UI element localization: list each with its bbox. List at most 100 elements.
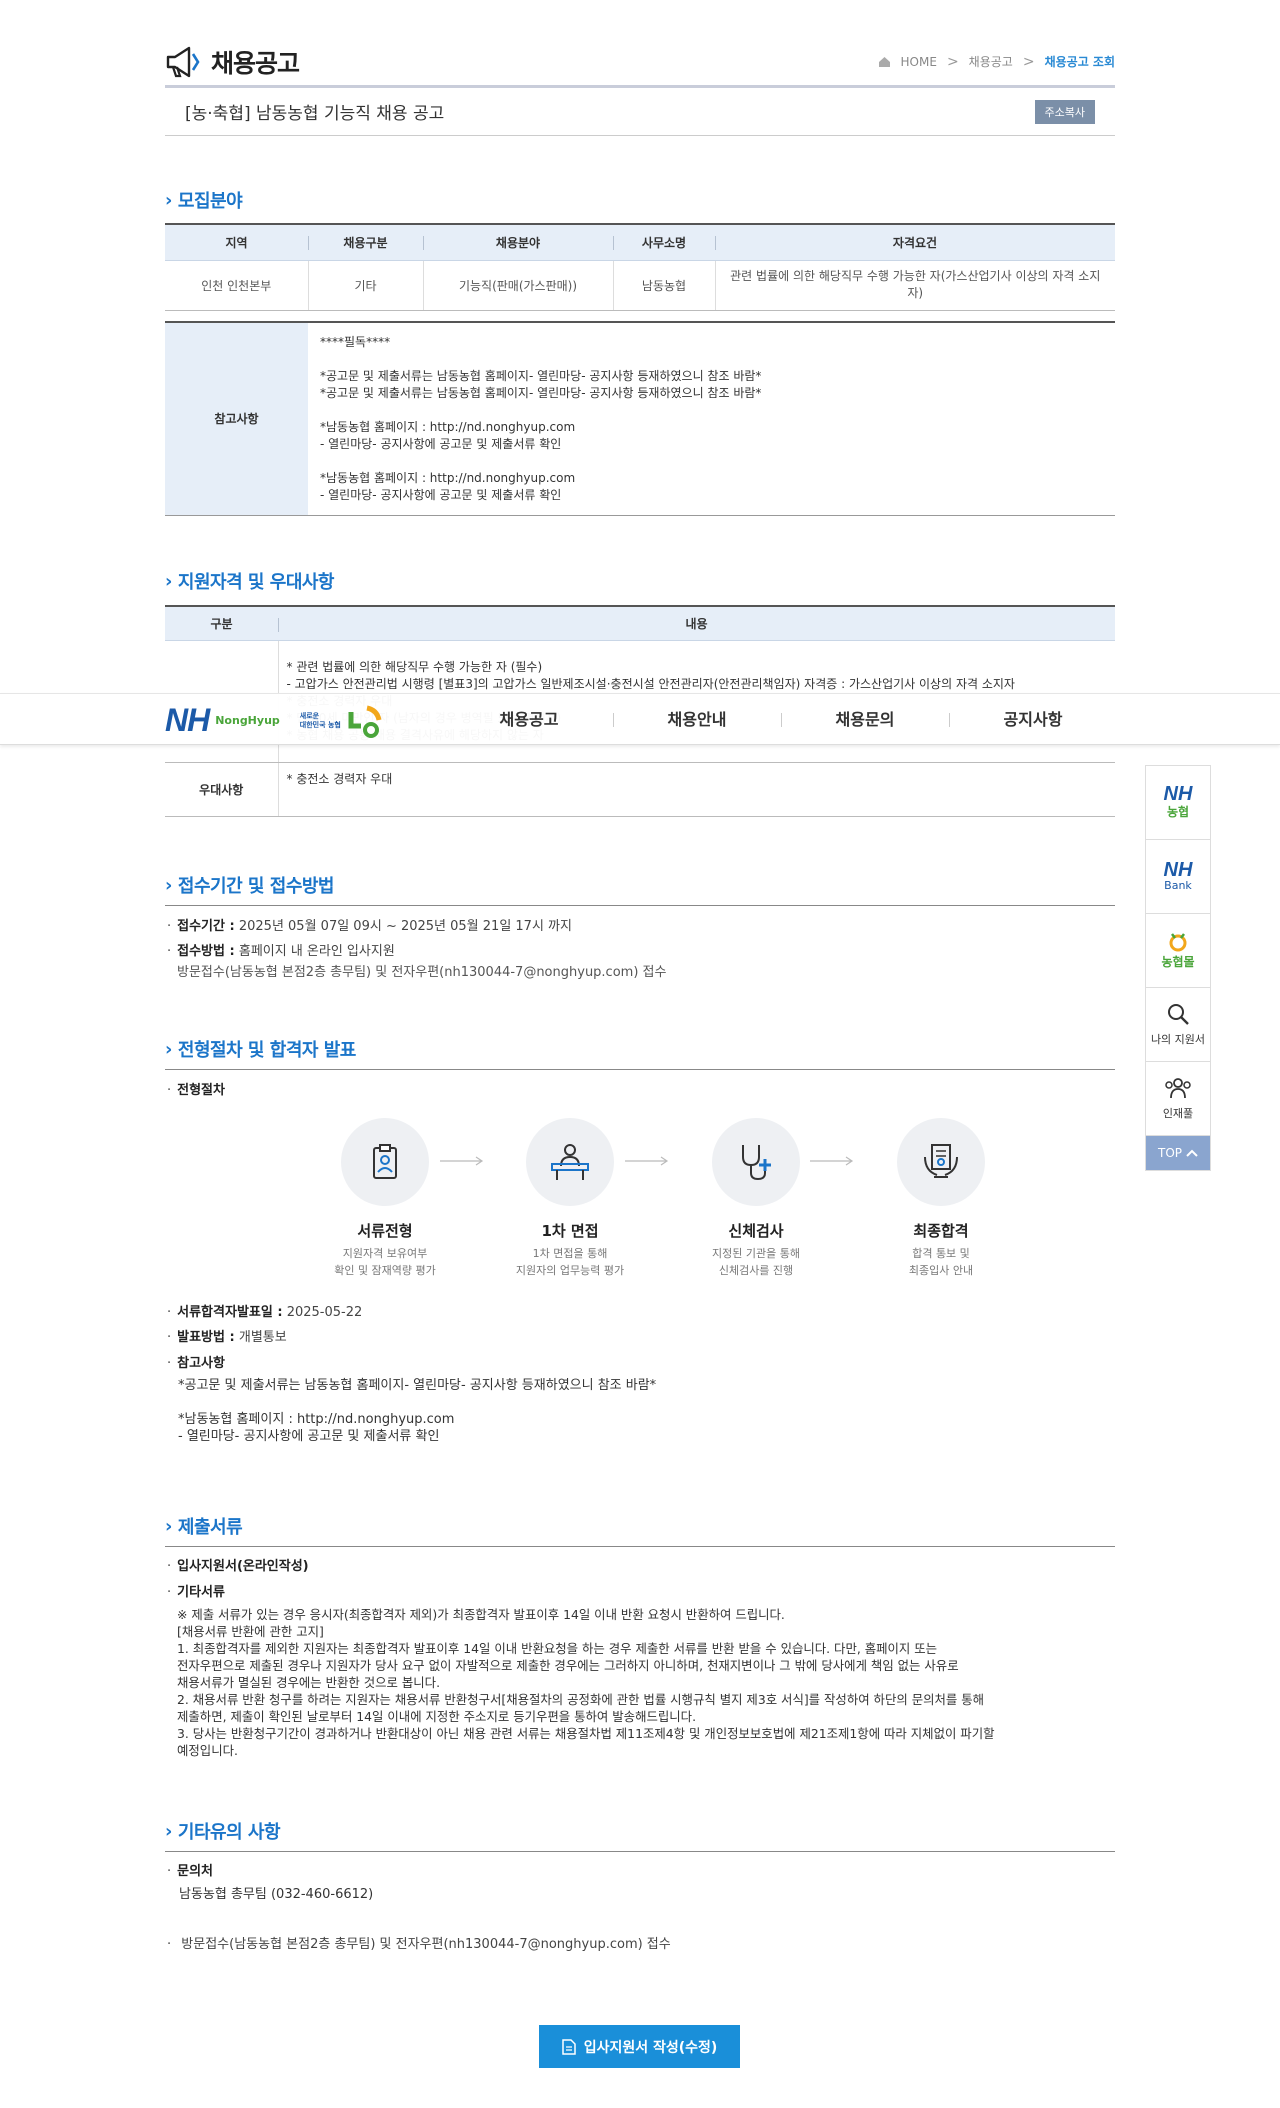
quick-menu: NH 농협 NH Bank 농협몰 나의 지원서 인재풀 TOP xyxy=(1145,765,1211,1171)
nh-mall-icon xyxy=(1169,933,1187,952)
page-title: 채용공고 xyxy=(211,48,300,78)
contact-value: 남동농협 총무팀 (032-460-6612) xyxy=(179,1887,374,1902)
col-region: 지역 xyxy=(165,224,308,261)
recruit-table: 지역 채용구분 채용분야 사무소명 자격요건 인천 인천본부 기타 기능직(판매… xyxy=(165,223,1115,311)
nav-menu: 채용공고 채용안내 채용문의 공지사항 xyxy=(445,694,1117,746)
apply-form-button[interactable]: 입사지원서 작성(수정) xyxy=(539,2025,740,2068)
reception-method: · 접수방법 : 홈페이지 내 온라인 입사지원 xyxy=(167,944,395,959)
announce-method: · 발표방법 : 개별통보 xyxy=(167,1330,287,1345)
step-document: 서류전형 지원자격 보유여부 확인 및 잠재역량 평가 xyxy=(320,1118,450,1279)
step-medical: 신체검사 지정된 기관을 통해 신체검사를 진행 xyxy=(691,1118,821,1279)
col-type: 채용구분 xyxy=(308,224,423,261)
logo-sub: NongHyup xyxy=(215,714,280,727)
step-desc: 합격 통보 및 최종입사 안내 xyxy=(908,1247,974,1277)
document-item-2: · 기타서류 xyxy=(167,1585,225,1600)
interview-person-icon xyxy=(551,1144,589,1180)
contact-label: · 문의처 xyxy=(167,1864,214,1879)
copy-url-button[interactable]: 주소복사 xyxy=(1034,99,1095,124)
scroll-top-button[interactable]: TOP xyxy=(1146,1136,1210,1170)
preference-text: * 충전소 경력자 우대 xyxy=(277,762,1115,817)
megaphone-icon xyxy=(166,46,200,77)
announce-date: · 서류합격자발표일 : 2025-05-22 xyxy=(167,1305,363,1320)
breadcrumb-recruit[interactable]: 채용공고 xyxy=(969,53,1013,70)
chevron-right-icon: › xyxy=(165,1820,172,1842)
reference-table: 참고사항 ****필독**** *공고문 및 제출서류는 남동농협 홈페이지- … xyxy=(165,321,1115,516)
chevron-right-icon: › xyxy=(165,1038,172,1060)
col-category: 구분 xyxy=(165,606,278,641)
step-desc: 지원자격 보유여부 확인 및 잠재역량 평가 xyxy=(334,1247,436,1277)
slogan: 새로운 대한민국 농협 xyxy=(299,711,341,729)
document-item-1: · 입사지원서(온라인작성) xyxy=(167,1559,309,1574)
document-icon xyxy=(561,2038,576,2055)
chevron-right-icon: > xyxy=(946,53,959,70)
home-icon[interactable] xyxy=(878,56,891,68)
logo-text: NH xyxy=(165,702,210,738)
table-row: 인천 인천본부 기타 기능직(판매(가스판매)) 남동농협 관련 법률에 의한 … xyxy=(165,260,1115,311)
preference-label: 우대사항 xyxy=(165,762,278,817)
arrow-right-icon xyxy=(810,1156,854,1166)
quick-talent-pool[interactable]: 인재풀 xyxy=(1146,1062,1210,1136)
step-final: 최종합격 합격 통보 및 최종입사 안내 xyxy=(876,1118,1006,1279)
quick-nh-mall[interactable]: 농협몰 xyxy=(1146,914,1210,988)
document-clipboard-icon xyxy=(373,1144,397,1179)
arrow-right-icon xyxy=(625,1156,669,1166)
notice-title-bar: [농·축협] 남동농협 기능직 채용 공고 주소복사 xyxy=(165,88,1115,136)
chevron-right-icon: › xyxy=(165,1515,172,1537)
nonghyup-mark-icon xyxy=(348,705,382,738)
step-desc: 지정된 기관을 통해 신체검사를 진행 xyxy=(712,1247,800,1277)
cell-region: 인천 인천본부 xyxy=(165,260,308,311)
col-office: 사무소명 xyxy=(613,224,715,261)
cell-office: 남동농협 xyxy=(612,260,715,311)
reference-label: 참고사항 xyxy=(165,322,308,515)
col-content: 내용 xyxy=(278,606,1115,641)
notice-title: [농·축협] 남동농협 기능직 채용 공고 xyxy=(185,104,445,124)
stethoscope-icon xyxy=(742,1145,771,1181)
quick-my-application[interactable]: 나의 지원서 xyxy=(1146,988,1210,1062)
certificate-icon xyxy=(924,1144,958,1178)
visit-text: · 방문접수(남동농협 본점2층 총무팀) 및 전자우편(nh130044-7@… xyxy=(167,1937,671,1952)
step-name: 서류전형 xyxy=(357,1222,413,1240)
reference-text: ****필독**** *공고문 및 제출서류는 남동농협 홈페이지- 열린마당-… xyxy=(320,334,762,502)
cell-field: 기능직(판매(가스판매)) xyxy=(422,260,613,311)
section-title-reception: › 접수기간 및 접수방법 xyxy=(165,874,335,898)
document-notice-text: ※ 제출 서류가 있는 경우 응시자(최종합격자 제외)가 최종합격자 발표이후… xyxy=(177,1607,995,1758)
table-row: 우대사항 * 충전소 경력자 우대 xyxy=(165,762,1115,817)
nav-item-recruit[interactable]: 채용공고 xyxy=(445,694,613,746)
chevron-right-icon: > xyxy=(1022,53,1035,70)
nav-item-guide[interactable]: 채용안내 xyxy=(613,694,781,746)
nav-item-notice[interactable]: 공지사항 xyxy=(949,694,1117,746)
divider xyxy=(165,1851,1115,1852)
reception-method-extra: 방문접수(남동농협 본점2층 총무팀) 및 전자우편(nh130044-7@no… xyxy=(177,965,667,980)
people-icon xyxy=(1165,1078,1191,1099)
step-name: 최종합격 xyxy=(913,1222,969,1240)
divider xyxy=(165,1069,1115,1070)
step-desc: 1차 면접을 통해 지원자의 업무능력 평가 xyxy=(515,1247,625,1277)
step-name: 신체검사 xyxy=(728,1222,784,1240)
reception-period: · 접수기간 : 2025년 05월 07일 09시 ~ 2025년 05월 21… xyxy=(167,919,572,934)
nav-item-inquiry[interactable]: 채용문의 xyxy=(781,694,949,746)
floating-nav: NH NongHyup 새로운 대한민국 농협 채용공고 채용안내 채용문의 공지… xyxy=(0,693,1280,745)
search-icon xyxy=(1168,1004,1189,1025)
process-note-text: *공고문 및 제출서류는 남동농협 홈페이지- 열린마당- 공지사항 등재하였으… xyxy=(178,1378,657,1444)
quick-nh-nonghyup[interactable]: NH 농협 xyxy=(1146,766,1210,840)
breadcrumb-home[interactable]: HOME xyxy=(901,55,937,69)
section-title-qualification: › 지원자격 및 우대사항 xyxy=(165,570,335,594)
step-interview: 1차 면접 1차 면접을 통해 지원자의 업무능력 평가 xyxy=(505,1118,635,1279)
quick-nh-bank[interactable]: NH Bank xyxy=(1146,840,1210,914)
nh-logo[interactable]: NH NongHyup 새로운 대한민국 농협 xyxy=(165,702,383,739)
section-title-documents: › 제출서류 xyxy=(165,1515,243,1539)
page-header: 채용공고 HOME > 채용공고 > 채용공고 조회 xyxy=(165,38,1115,88)
cell-qualification: 관련 법률에 의한 해당직무 수행 가능한 자(가스산업기사 이상의 자격 소지… xyxy=(714,260,1115,311)
chevron-right-icon: › xyxy=(165,570,172,592)
chevron-right-icon: › xyxy=(165,189,172,211)
section-title-process: › 전형절차 및 합격자 발표 xyxy=(165,1038,356,1062)
title-box: 채용공고 xyxy=(165,44,300,80)
section-title-etc: › 기타유의 사항 xyxy=(165,1820,281,1844)
cell-type: 기타 xyxy=(307,260,423,311)
breadcrumb: HOME > 채용공고 > 채용공고 조회 xyxy=(878,53,1115,70)
divider xyxy=(165,1546,1115,1547)
col-field: 채용분야 xyxy=(423,224,613,261)
chevron-up-icon xyxy=(1186,1149,1198,1157)
arrow-right-icon xyxy=(440,1156,484,1166)
col-qualification: 자격요건 xyxy=(715,224,1115,261)
